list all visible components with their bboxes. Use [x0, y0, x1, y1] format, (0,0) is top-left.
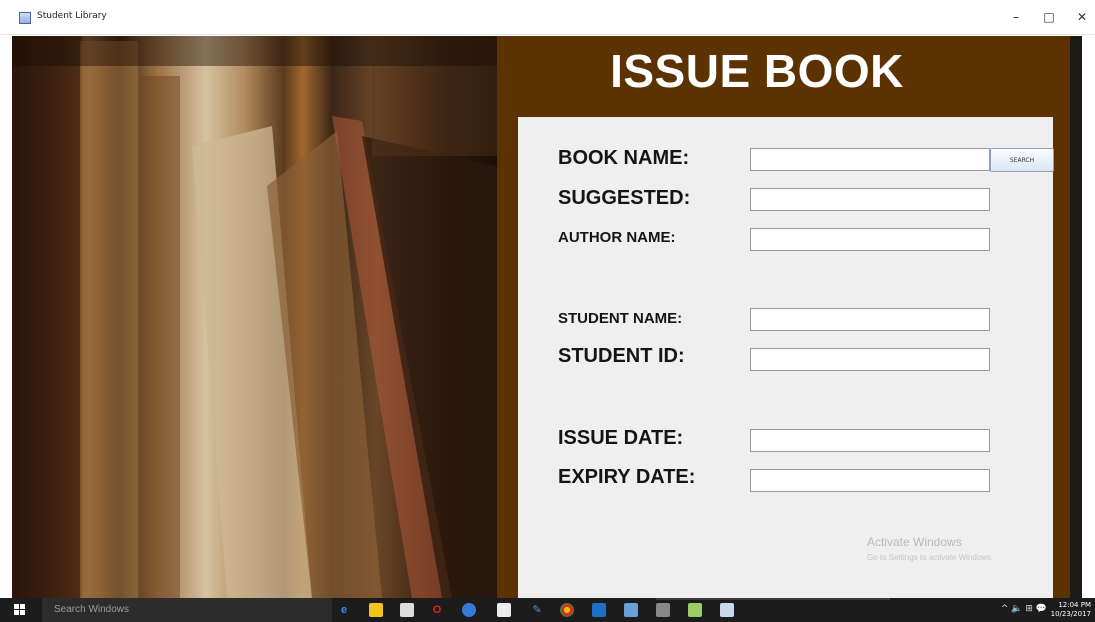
close-button[interactable]: ✕ — [1068, 6, 1095, 28]
opera-icon[interactable]: O — [430, 603, 444, 617]
suggested-label: SUGGESTED: — [558, 187, 691, 209]
chrome-icon[interactable] — [560, 603, 574, 617]
issue-date-label: ISSUE DATE: — [558, 427, 684, 449]
clock-date: 10/23/2017 — [1050, 610, 1091, 618]
windows-start-icon[interactable] — [14, 604, 26, 616]
camera-icon[interactable] — [497, 603, 511, 617]
java-app-icon — [19, 12, 31, 24]
taskbar-search-placeholder: Search Windows — [54, 604, 130, 615]
tool-icon[interactable] — [688, 603, 702, 617]
form-area: ISSUE BOOK BOOK NAME: SEARCH SUGGESTED: … — [497, 36, 1082, 598]
taskbar: Search Windows e O ✎ ^ 🔈 ⊞ 💬 12:04 PM 10… — [0, 598, 1095, 622]
taskbar-search-box[interactable]: Search Windows — [42, 598, 332, 622]
author-name-input[interactable] — [750, 228, 990, 251]
store-icon[interactable] — [400, 603, 414, 617]
window-body: ISSUE BOOK BOOK NAME: SEARCH SUGGESTED: … — [12, 36, 1082, 598]
student-id-label: STUDENT ID: — [558, 345, 685, 367]
netbeans-icon[interactable] — [624, 603, 638, 617]
activation-watermark-subtitle: Go to Settings to activate Windows. — [867, 553, 994, 562]
suggested-input[interactable] — [750, 188, 990, 211]
title-bar: Student Library – □ ✕ — [0, 0, 1095, 35]
system-tray[interactable]: ^ 🔈 ⊞ 💬 — [1001, 604, 1047, 614]
student-name-label: STUDENT NAME: — [558, 310, 683, 327]
active-app-indicator — [656, 598, 890, 600]
taskbar-clock[interactable]: 12:04 PM 10/23/2017 — [1051, 601, 1091, 619]
outlook-icon[interactable] — [592, 603, 606, 617]
library-books-image — [12, 36, 497, 598]
edge-icon[interactable]: e — [337, 603, 351, 617]
photos-icon[interactable] — [462, 603, 476, 617]
expiry-date-label: EXPIRY DATE: — [558, 466, 696, 488]
author-name-label: AUTHOR NAME: — [558, 229, 676, 246]
clock-time: 12:04 PM — [1058, 601, 1091, 609]
minimize-button[interactable]: – — [1002, 6, 1030, 28]
maximize-button[interactable]: □ — [1035, 6, 1063, 28]
student-name-input[interactable] — [750, 308, 990, 331]
student-id-input[interactable] — [750, 348, 990, 371]
window-title: Student Library — [37, 11, 107, 21]
book-name-label: BOOK NAME: — [558, 147, 690, 169]
java-app-icon[interactable] — [720, 603, 734, 617]
expiry-date-input[interactable] — [750, 469, 990, 492]
file-explorer-icon[interactable] — [369, 603, 383, 617]
issue-date-input[interactable] — [750, 429, 990, 452]
terminal-icon[interactable] — [656, 603, 670, 617]
activation-watermark-title: Activate Windows — [867, 535, 962, 549]
page-title: ISSUE BOOK — [610, 45, 904, 97]
window-edge — [1070, 36, 1082, 598]
paint-icon[interactable]: ✎ — [530, 603, 544, 617]
search-button[interactable]: SEARCH — [990, 148, 1054, 172]
book-name-input[interactable] — [750, 148, 990, 171]
issue-form-panel: BOOK NAME: SEARCH SUGGESTED: AUTHOR NAME… — [518, 117, 1054, 598]
